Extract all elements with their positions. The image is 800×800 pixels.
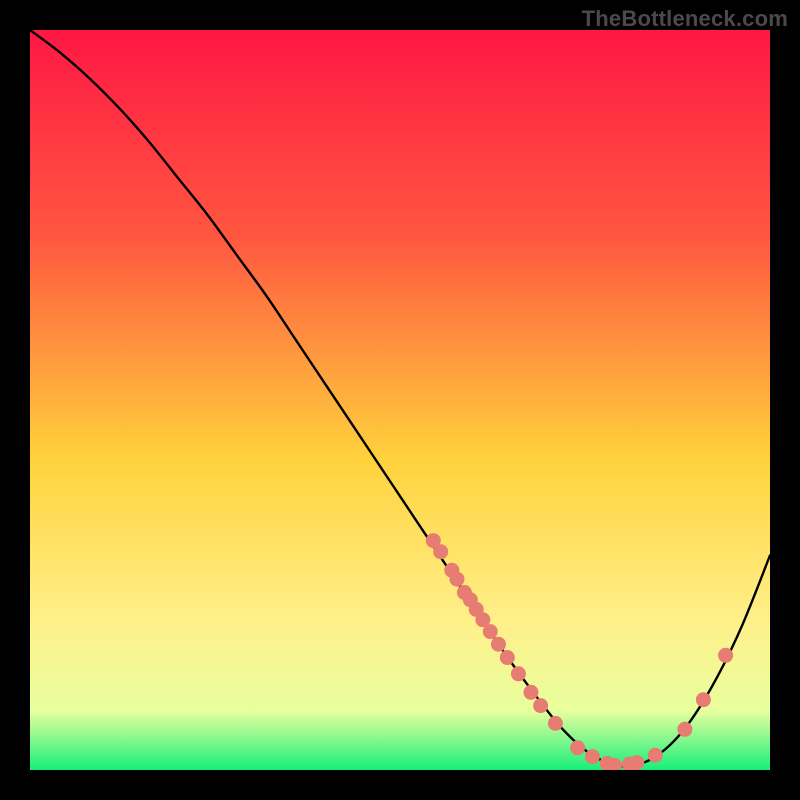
data-marker xyxy=(629,755,644,770)
data-marker xyxy=(570,740,585,755)
data-marker xyxy=(449,572,464,587)
data-marker xyxy=(548,716,563,731)
bottleneck-chart xyxy=(30,30,770,770)
data-marker xyxy=(433,544,448,559)
chart-stage: TheBottleneck.com xyxy=(0,0,800,800)
data-marker xyxy=(500,650,515,665)
data-marker xyxy=(491,637,506,652)
gradient-background xyxy=(30,30,770,770)
data-marker xyxy=(511,666,526,681)
data-marker xyxy=(533,698,548,713)
data-marker xyxy=(696,692,711,707)
watermark-text: TheBottleneck.com xyxy=(582,6,788,32)
data-marker xyxy=(585,749,600,764)
data-marker xyxy=(523,685,538,700)
plot-area xyxy=(30,30,770,770)
data-marker xyxy=(718,648,733,663)
data-marker xyxy=(648,748,663,763)
data-marker xyxy=(483,624,498,639)
data-marker xyxy=(677,722,692,737)
